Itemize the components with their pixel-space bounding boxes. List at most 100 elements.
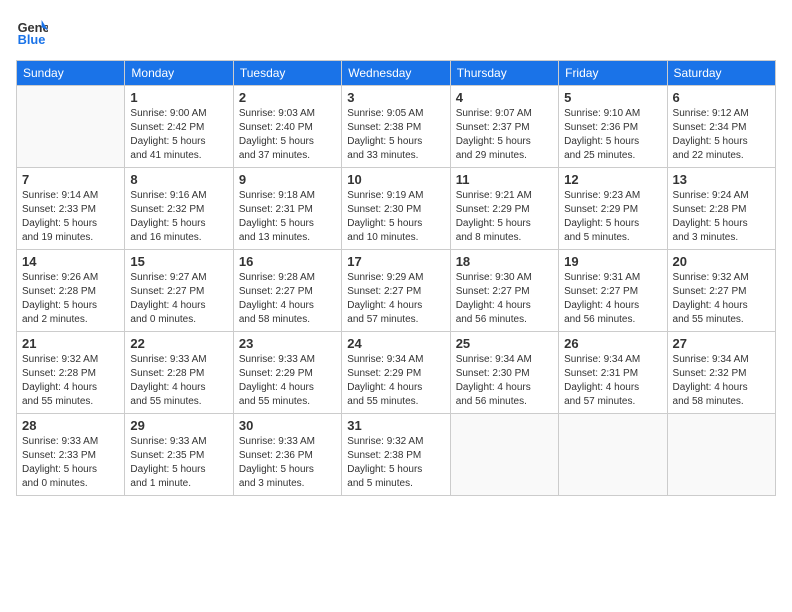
day-number: 29: [130, 418, 227, 433]
day-info: Sunrise: 9:29 AM Sunset: 2:27 PM Dayligh…: [347, 271, 444, 327]
weekday-header: Saturday: [667, 61, 775, 86]
day-number: 26: [564, 336, 661, 351]
calendar-cell: 22 Sunrise: 9:33 AM Sunset: 2:28 PM Dayli…: [125, 332, 233, 414]
day-number: 9: [239, 172, 336, 187]
day-number: 23: [239, 336, 336, 351]
calendar-cell: 30 Sunrise: 9:33 AM Sunset: 2:36 PM Dayli…: [233, 414, 341, 496]
calendar-week-row: 1 Sunrise: 9:00 AM Sunset: 2:42 PM Daylig…: [17, 86, 776, 168]
day-info: Sunrise: 9:23 AM Sunset: 2:29 PM Dayligh…: [564, 189, 661, 245]
calendar-cell: 4Sunrise: 9:07 AM Sunset: 2:37 PM Daylig…: [450, 86, 558, 168]
weekday-header: Tuesday: [233, 61, 341, 86]
calendar-cell: 1 Sunrise: 9:00 AM Sunset: 2:42 PM Daylig…: [125, 86, 233, 168]
day-number: 21: [22, 336, 119, 351]
calendar-cell: [667, 414, 775, 496]
day-info: Sunrise: 9:03 AM Sunset: 2:40 PM Dayligh…: [239, 107, 336, 163]
calendar-cell: 17 Sunrise: 9:29 AM Sunset: 2:27 PM Dayli…: [342, 250, 450, 332]
calendar-cell: 13Sunrise: 9:24 AM Sunset: 2:28 PM Dayli…: [667, 168, 775, 250]
day-number: 10: [347, 172, 444, 187]
day-info: Sunrise: 9:12 AM Sunset: 2:34 PM Dayligh…: [673, 107, 770, 163]
weekday-header: Thursday: [450, 61, 558, 86]
day-info: Sunrise: 9:00 AM Sunset: 2:42 PM Dayligh…: [130, 107, 227, 163]
day-info: Sunrise: 9:34 AM Sunset: 2:30 PM Dayligh…: [456, 353, 553, 409]
calendar-cell: 28 Sunrise: 9:33 AM Sunset: 2:33 PM Dayli…: [17, 414, 125, 496]
day-info: Sunrise: 9:26 AM Sunset: 2:28 PM Dayligh…: [22, 271, 119, 327]
day-info: Sunrise: 9:33 AM Sunset: 2:28 PM Dayligh…: [130, 353, 227, 409]
page-header: General Blue: [16, 16, 776, 48]
day-number: 3: [347, 90, 444, 105]
day-info: Sunrise: 9:34 AM Sunset: 2:32 PM Dayligh…: [673, 353, 770, 409]
day-number: 30: [239, 418, 336, 433]
calendar-cell: 26 Sunrise: 9:34 AM Sunset: 2:31 PM Dayli…: [559, 332, 667, 414]
day-info: Sunrise: 9:19 AM Sunset: 2:30 PM Dayligh…: [347, 189, 444, 245]
day-number: 25: [456, 336, 553, 351]
calendar-cell: 18 Sunrise: 9:30 AM Sunset: 2:27 PM Dayli…: [450, 250, 558, 332]
day-info: Sunrise: 9:31 AM Sunset: 2:27 PM Dayligh…: [564, 271, 661, 327]
day-number: 20: [673, 254, 770, 269]
day-number: 28: [22, 418, 119, 433]
calendar-cell: 16Sunrise: 9:28 AM Sunset: 2:27 PM Dayli…: [233, 250, 341, 332]
calendar-week-row: 28 Sunrise: 9:33 AM Sunset: 2:33 PM Dayli…: [17, 414, 776, 496]
day-number: 17: [347, 254, 444, 269]
day-info: Sunrise: 9:33 AM Sunset: 2:33 PM Dayligh…: [22, 435, 119, 491]
calendar-cell: 6 Sunrise: 9:12 AM Sunset: 2:34 PM Daylig…: [667, 86, 775, 168]
calendar-cell: 21 Sunrise: 9:32 AM Sunset: 2:28 PM Dayli…: [17, 332, 125, 414]
calendar-table: SundayMondayTuesdayWednesdayThursdayFrid…: [16, 60, 776, 496]
day-number: 11: [456, 172, 553, 187]
day-number: 5: [564, 90, 661, 105]
weekday-header: Friday: [559, 61, 667, 86]
day-info: Sunrise: 9:14 AM Sunset: 2:33 PM Dayligh…: [22, 189, 119, 245]
day-info: Sunrise: 9:32 AM Sunset: 2:38 PM Dayligh…: [347, 435, 444, 491]
calendar-cell: 20 Sunrise: 9:32 AM Sunset: 2:27 PM Dayli…: [667, 250, 775, 332]
day-info: Sunrise: 9:30 AM Sunset: 2:27 PM Dayligh…: [456, 271, 553, 327]
day-number: 1: [130, 90, 227, 105]
day-info: Sunrise: 9:28 AM Sunset: 2:27 PM Dayligh…: [239, 271, 336, 327]
day-info: Sunrise: 9:18 AM Sunset: 2:31 PM Dayligh…: [239, 189, 336, 245]
day-number: 8: [130, 172, 227, 187]
day-number: 14: [22, 254, 119, 269]
calendar-cell: 11 Sunrise: 9:21 AM Sunset: 2:29 PM Dayli…: [450, 168, 558, 250]
day-number: 6: [673, 90, 770, 105]
day-number: 18: [456, 254, 553, 269]
day-info: Sunrise: 9:34 AM Sunset: 2:29 PM Dayligh…: [347, 353, 444, 409]
calendar-cell: 31 Sunrise: 9:32 AM Sunset: 2:38 PM Dayli…: [342, 414, 450, 496]
svg-text:Blue: Blue: [18, 32, 46, 47]
day-number: 15: [130, 254, 227, 269]
logo: General Blue: [16, 16, 52, 48]
calendar-cell: 14 Sunrise: 9:26 AM Sunset: 2:28 PM Dayli…: [17, 250, 125, 332]
day-info: Sunrise: 9:34 AM Sunset: 2:31 PM Dayligh…: [564, 353, 661, 409]
calendar-cell: 12 Sunrise: 9:23 AM Sunset: 2:29 PM Dayli…: [559, 168, 667, 250]
day-info: Sunrise: 9:16 AM Sunset: 2:32 PM Dayligh…: [130, 189, 227, 245]
day-info: Sunrise: 9:21 AM Sunset: 2:29 PM Dayligh…: [456, 189, 553, 245]
day-info: Sunrise: 9:32 AM Sunset: 2:28 PM Dayligh…: [22, 353, 119, 409]
day-info: Sunrise: 9:27 AM Sunset: 2:27 PM Dayligh…: [130, 271, 227, 327]
calendar-cell: 9 Sunrise: 9:18 AM Sunset: 2:31 PM Daylig…: [233, 168, 341, 250]
day-info: Sunrise: 9:33 AM Sunset: 2:36 PM Dayligh…: [239, 435, 336, 491]
day-info: Sunrise: 9:33 AM Sunset: 2:29 PM Dayligh…: [239, 353, 336, 409]
calendar-cell: 8 Sunrise: 9:16 AM Sunset: 2:32 PM Daylig…: [125, 168, 233, 250]
calendar-cell: [17, 86, 125, 168]
calendar-cell: [450, 414, 558, 496]
calendar-header-row: SundayMondayTuesdayWednesdayThursdayFrid…: [17, 61, 776, 86]
calendar-cell: 23 Sunrise: 9:33 AM Sunset: 2:29 PM Dayli…: [233, 332, 341, 414]
calendar-cell: 25 Sunrise: 9:34 AM Sunset: 2:30 PM Dayli…: [450, 332, 558, 414]
calendar-cell: 3 Sunrise: 9:05 AM Sunset: 2:38 PM Daylig…: [342, 86, 450, 168]
day-number: 24: [347, 336, 444, 351]
day-info: Sunrise: 9:07 AM Sunset: 2:37 PM Dayligh…: [456, 107, 553, 163]
calendar-week-row: 14 Sunrise: 9:26 AM Sunset: 2:28 PM Dayli…: [17, 250, 776, 332]
calendar-cell: 27 Sunrise: 9:34 AM Sunset: 2:32 PM Dayli…: [667, 332, 775, 414]
day-number: 27: [673, 336, 770, 351]
weekday-header: Sunday: [17, 61, 125, 86]
day-info: Sunrise: 9:32 AM Sunset: 2:27 PM Dayligh…: [673, 271, 770, 327]
calendar-week-row: 7Sunrise: 9:14 AM Sunset: 2:33 PM Daylig…: [17, 168, 776, 250]
calendar-cell: 10 Sunrise: 9:19 AM Sunset: 2:30 PM Dayli…: [342, 168, 450, 250]
calendar-cell: [559, 414, 667, 496]
day-number: 22: [130, 336, 227, 351]
calendar-cell: 29 Sunrise: 9:33 AM Sunset: 2:35 PM Dayli…: [125, 414, 233, 496]
calendar-cell: 7Sunrise: 9:14 AM Sunset: 2:33 PM Daylig…: [17, 168, 125, 250]
day-info: Sunrise: 9:33 AM Sunset: 2:35 PM Dayligh…: [130, 435, 227, 491]
calendar-cell: 2Sunrise: 9:03 AM Sunset: 2:40 PM Daylig…: [233, 86, 341, 168]
day-number: 31: [347, 418, 444, 433]
day-info: Sunrise: 9:05 AM Sunset: 2:38 PM Dayligh…: [347, 107, 444, 163]
weekday-header: Wednesday: [342, 61, 450, 86]
day-number: 12: [564, 172, 661, 187]
